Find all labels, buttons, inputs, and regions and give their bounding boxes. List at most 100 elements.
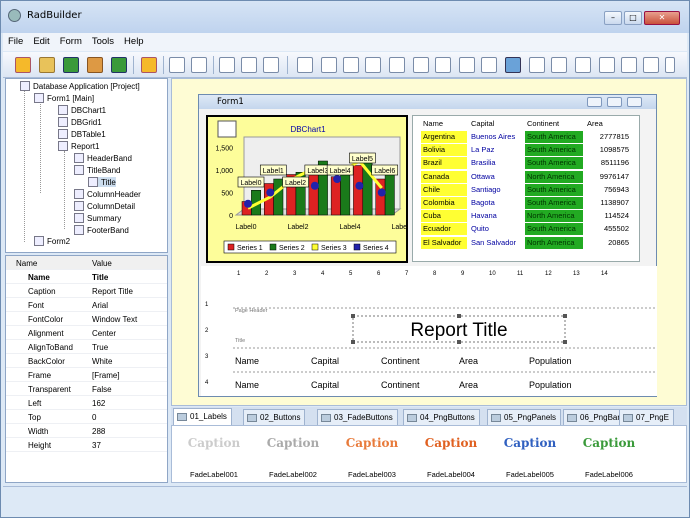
palette-item-fadelabel002[interactable]: Caption FadeLabel002 [263,436,323,479]
palette-item-fadelabel004[interactable]: Caption FadeLabel004 [421,436,481,479]
tree-item-dbchart[interactable]: DBChart1 [58,105,106,115]
button-component-icon[interactable] [321,57,337,73]
property-value[interactable]: Report Title [92,287,133,296]
label-component-icon[interactable] [297,57,313,73]
grid-cell[interactable]: La Paz [469,144,523,156]
grid-cell[interactable]: Chile [421,183,467,196]
tree-item-form2[interactable]: Form2 [34,236,70,246]
property-value[interactable]: Title [92,273,108,282]
tree-item-report[interactable]: Report1 [58,141,99,151]
tree-item-project[interactable]: Database Application [Project] [20,81,140,91]
tree-item-summary[interactable]: Summary [74,213,121,223]
property-row-transparent[interactable]: Transparent False [6,382,167,396]
maximize-button[interactable]: □ [624,11,642,25]
property-value[interactable]: White [92,357,112,366]
grid-cell[interactable]: 1138907 [585,197,633,209]
grid-cell[interactable]: South America [525,144,583,157]
palette-item-fadelabel001[interactable]: Caption FadeLabel001 [184,436,244,479]
property-row-width[interactable]: Width 288 [6,424,167,438]
tab-04-pngbuttons[interactable]: 04_PngButtons [403,409,480,425]
grid-cell[interactable]: Colombia [421,197,467,209]
tree-item-titleband[interactable]: TitleBand [74,165,121,175]
grid-cell[interactable]: 20865 [585,237,633,249]
grid-cell[interactable]: Ottawa [469,171,523,183]
property-row-name[interactable]: Name Title [6,270,167,284]
menu-edit[interactable]: Edit [28,33,54,50]
grid-cell[interactable]: South America [525,131,583,143]
list-component-icon[interactable] [435,57,451,73]
property-row-caption[interactable]: Caption Report Title [6,284,167,298]
grid-cell[interactable]: Quito [469,223,523,235]
property-value[interactable]: Center [92,329,116,338]
memo-component-icon[interactable] [365,57,381,73]
table-component-icon[interactable] [551,57,567,73]
property-value[interactable]: 0 [92,413,96,422]
copy-icon[interactable] [169,57,185,73]
tree-item-title[interactable]: Title [88,177,116,187]
query-component-icon[interactable] [599,57,615,73]
menu-file[interactable]: File [3,33,28,50]
property-value[interactable]: [Frame] [92,371,120,380]
grid-cell[interactable]: North America [525,210,583,223]
minimize-button[interactable]: – [604,11,622,25]
property-value[interactable]: 162 [92,399,105,408]
property-value[interactable]: False [92,385,112,394]
close-button[interactable]: ✕ [644,11,680,25]
property-row-top[interactable]: Top 0 [6,410,167,424]
palette-item-fadelabel003[interactable]: Caption FadeLabel003 [342,436,402,479]
tab-05-pngpanels[interactable]: 05_PngPanels [487,409,562,425]
grid-cell[interactable]: North America [525,236,583,249]
combo-component-icon[interactable] [459,57,475,73]
dbgrid[interactable]: Name Capital Continent Area Argentina Buenos … [412,115,640,262]
grid-header[interactable]: Name [421,118,467,130]
grid-cell[interactable]: Santiago [469,184,523,196]
run-icon[interactable] [111,57,127,73]
tab-02-buttons[interactable]: 02_Buttons [243,409,306,425]
property-row-frame[interactable]: Frame [Frame] [6,368,167,382]
text-component-icon[interactable] [621,57,637,73]
grid-cell[interactable]: El Salvador [421,236,467,249]
property-row-alignment[interactable]: Alignment Center [6,326,167,340]
preview-icon[interactable] [263,57,279,73]
open-folder-icon[interactable] [39,57,55,73]
grid-cell[interactable]: South America [525,183,583,196]
palette-item-fadelabel005[interactable]: Caption FadeLabel005 [500,436,560,479]
grid-cell[interactable]: 114524 [585,210,633,222]
grid-cell[interactable]: South America [525,197,583,209]
property-row-aligntoband[interactable]: AlignToBand True [6,340,167,354]
tree-item-headerband[interactable]: HeaderBand [74,153,132,163]
new-report-icon[interactable] [241,57,257,73]
grid-cell[interactable]: Argentina [421,131,467,143]
grid-cell[interactable]: Ecuador [421,223,467,236]
grid-cell[interactable]: North America [525,170,583,183]
tree-item-form1[interactable]: Form1 [Main] [34,93,94,103]
tab-07-pnge[interactable]: 07_PngE [619,409,674,425]
grid-cell[interactable]: San Salvador [469,237,523,249]
form-close-button[interactable] [627,97,642,107]
save-icon[interactable] [63,57,79,73]
grid-cell[interactable]: Canada [421,170,467,183]
build-icon[interactable] [141,57,157,73]
grid-header[interactable]: Continent [525,118,583,130]
grid-cell[interactable]: Buenos Aires [469,131,523,143]
grid-cell[interactable]: Bolivia [421,144,467,157]
tab-03-fadebuttons[interactable]: 03_FadeButtons [317,409,398,425]
tree-item-dbtable[interactable]: DBTable1 [58,129,106,139]
panel-component-icon[interactable] [481,57,497,73]
property-value[interactable]: 288 [92,427,105,436]
grid-cell[interactable]: 1098575 [585,144,633,156]
tab-01-labels[interactable]: 01_Labels [173,408,232,425]
export-icon[interactable] [87,57,103,73]
grid-header[interactable]: Capital [469,118,523,130]
grid-cell[interactable]: Bagota [469,197,523,209]
form-minimize-button[interactable] [587,97,602,107]
grid-cell[interactable]: Brazil [421,157,467,170]
tree-item-columnheader[interactable]: ColumnHeader [74,189,141,199]
grid-cell[interactable]: 455502 [585,223,633,235]
menu-tools[interactable]: Tools [87,33,119,50]
chart-component-icon[interactable] [575,57,591,73]
grid-cell[interactable]: 8511196 [585,157,633,169]
menu-help[interactable]: Help [119,33,149,50]
grid-cell[interactable]: 2777815 [585,131,633,143]
tree-item-footerband[interactable]: FooterBand [74,225,129,235]
